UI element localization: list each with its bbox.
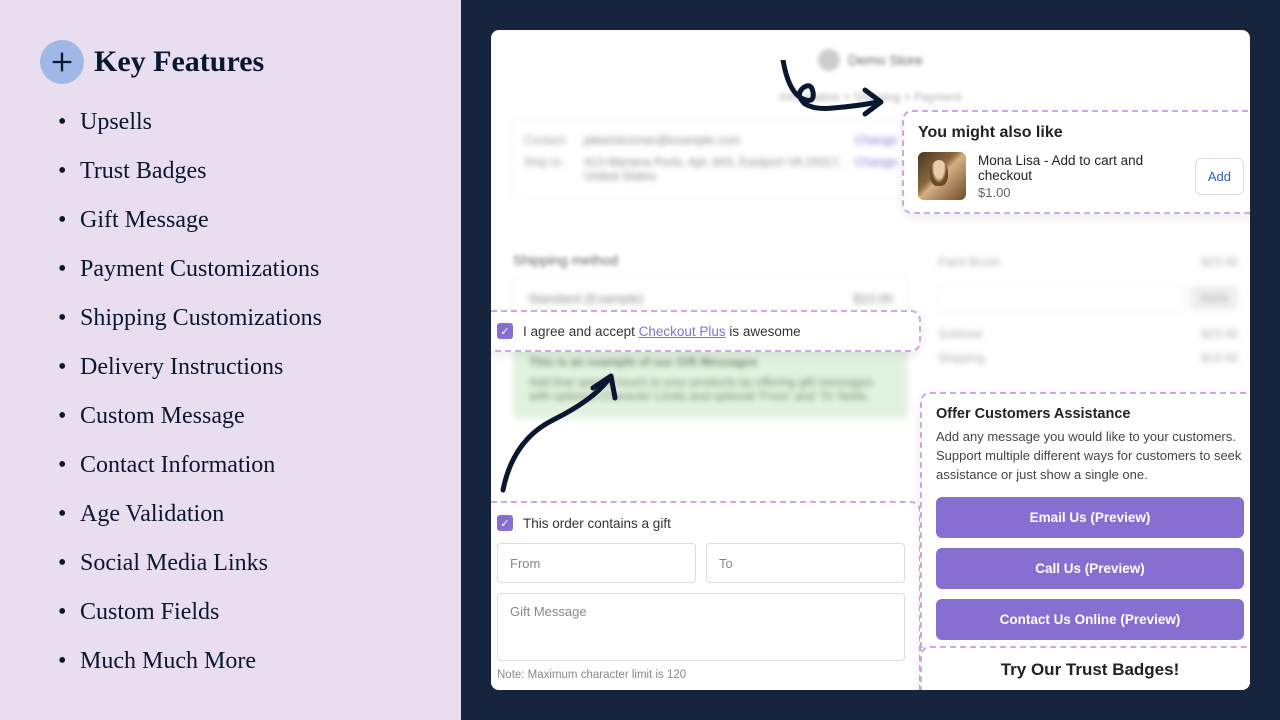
product-image xyxy=(918,152,966,200)
terms-checkbox-box: I agree and accept Checkout Plus is awes… xyxy=(491,310,921,352)
gift-to-field[interactable]: To xyxy=(706,543,905,583)
trust-badges-box: Try Our Trust Badges! Inc.500 ACCREDITED… xyxy=(920,646,1250,690)
list-item: Shipping Customizations xyxy=(80,305,431,332)
list-item: Contact Information xyxy=(80,452,431,479)
gift-message-box: This order contains a gift From To Gift … xyxy=(491,501,921,690)
gift-message-field[interactable]: Gift Message xyxy=(497,593,905,661)
list-item: Age Validation xyxy=(80,501,431,528)
list-item: Much Much More xyxy=(80,648,431,675)
list-item: Gift Message xyxy=(80,207,431,234)
list-item: Trust Badges xyxy=(80,158,431,185)
plus-icon xyxy=(40,40,84,84)
add-button[interactable]: Add xyxy=(1195,158,1244,195)
badges-title: Try Our Trust Badges! xyxy=(936,660,1244,680)
list-item: Delivery Instructions xyxy=(80,354,431,381)
list-item: Upsells xyxy=(80,109,431,136)
assist-title: Offer Customers Assistance xyxy=(936,406,1244,422)
key-features-header: Key Features xyxy=(40,40,431,84)
gift-from-field[interactable]: From xyxy=(497,543,696,583)
shipping-section-title: Shipping method xyxy=(513,252,908,268)
list-item: Social Media Links xyxy=(80,550,431,577)
checkout-plus-link[interactable]: Checkout Plus xyxy=(639,324,726,339)
email-us-button[interactable]: Email Us (Preview) xyxy=(936,497,1244,538)
gift-label: This order contains a gift xyxy=(523,516,671,531)
key-features-panel: Key Features Upsells Trust Badges Gift M… xyxy=(0,0,461,720)
call-us-button[interactable]: Call Us (Preview) xyxy=(936,548,1244,589)
upsell-item: Mona Lisa - Add to cart and checkout $1.… xyxy=(918,152,1244,200)
gift-checkbox[interactable] xyxy=(497,515,513,531)
key-features-title: Key Features xyxy=(94,45,264,79)
arrow-icon xyxy=(493,370,633,500)
features-list: Upsells Trust Badges Gift Message Paymen… xyxy=(40,109,431,675)
cart-summary: Paint Brush$23.00 Apply Subtotal$23.00 S… xyxy=(938,250,1238,370)
list-item: Custom Message xyxy=(80,403,431,430)
product-name: Mona Lisa - Add to cart and checkout xyxy=(978,153,1183,183)
gift-note: Note: Maximum character limit is 120 xyxy=(497,669,905,681)
assist-desc: Add any message you would like to your c… xyxy=(936,428,1244,485)
mockup-panel: Demo Store Information > Shipping > Paym… xyxy=(461,0,1280,720)
upsell-box: You might also like Mona Lisa - Add to c… xyxy=(902,110,1250,214)
curly-arrow-icon xyxy=(773,60,893,140)
upsell-title: You might also like xyxy=(918,124,1244,142)
product-price: $1.00 xyxy=(978,185,1183,200)
agree-checkbox[interactable] xyxy=(497,323,513,339)
list-item: Payment Customizations xyxy=(80,256,431,283)
assistance-box: Offer Customers Assistance Add any messa… xyxy=(920,392,1250,654)
agree-text: I agree and accept Checkout Plus is awes… xyxy=(523,324,801,339)
contact-online-button[interactable]: Contact Us Online (Preview) xyxy=(936,599,1244,640)
list-item: Custom Fields xyxy=(80,599,431,626)
checkout-mockup: Demo Store Information > Shipping > Paym… xyxy=(491,30,1250,690)
